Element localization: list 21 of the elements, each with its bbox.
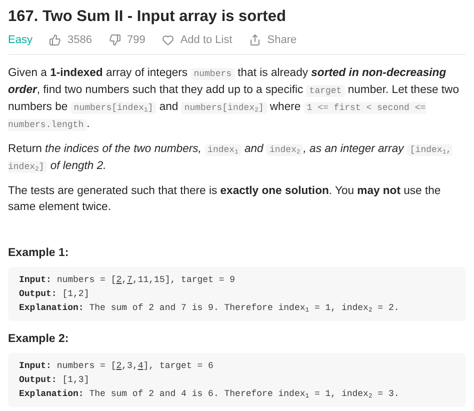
add-to-list-button[interactable]: Add to List — [162, 34, 232, 46]
example-line: Output: [1,3] — [19, 374, 90, 387]
share-icon — [249, 34, 262, 46]
example-line: Explanation: The sum of 2 and 7 is 9. Therefore index$_{1}$ = 1, index$_{2}$ = 2. — [19, 302, 400, 315]
example-line: Input: numbers = [2,7,11,15], target = 9 — [19, 274, 236, 287]
description-paragraph: The tests are generated such that there is exactly one solution. You may not use the same element twice. — [8, 184, 442, 215]
thumbs-down-icon — [108, 34, 121, 46]
example-line: Input: numbers = [2,3,4], target = 6 — [19, 360, 214, 373]
example-line: Explanation: The sum of 2 and 4 is 6. Therefore index$_{1}$ = 1, index$_{2}$ = 3. — [19, 388, 400, 401]
description-paragraph: Return the indices of the two numbers, index$_{1}$ and index$_{2}$ , as an integer array [index$_{1}$, index$_{2}$] of length 2. — [8, 142, 452, 175]
example-heading: Example 1: — [8, 246, 69, 261]
difficulty-label: Easy — [8, 34, 32, 46]
like-button[interactable]: 3586 — [49, 34, 92, 46]
heart-icon — [162, 34, 174, 46]
description-paragraph: Given a 1-indexed array of integers numbers that is already sorted in non-decreasing order, find two numbers such that they add up to a specific target number. Let these two numbers be numbers[index$_{1}$] and numbers[index$_{2}$] where 1 <= first < second <= numbers.length . — [8, 66, 460, 133]
example-heading: Example 2: — [8, 332, 69, 347]
example-line: Output: [1,2] — [19, 288, 90, 301]
thumbs-up-icon — [49, 34, 62, 46]
problem-title: 167. Two Sum II - Input array is sorted — [8, 7, 287, 27]
dislike-button[interactable]: 799 — [108, 34, 146, 46]
share-button[interactable]: Share — [249, 34, 297, 46]
